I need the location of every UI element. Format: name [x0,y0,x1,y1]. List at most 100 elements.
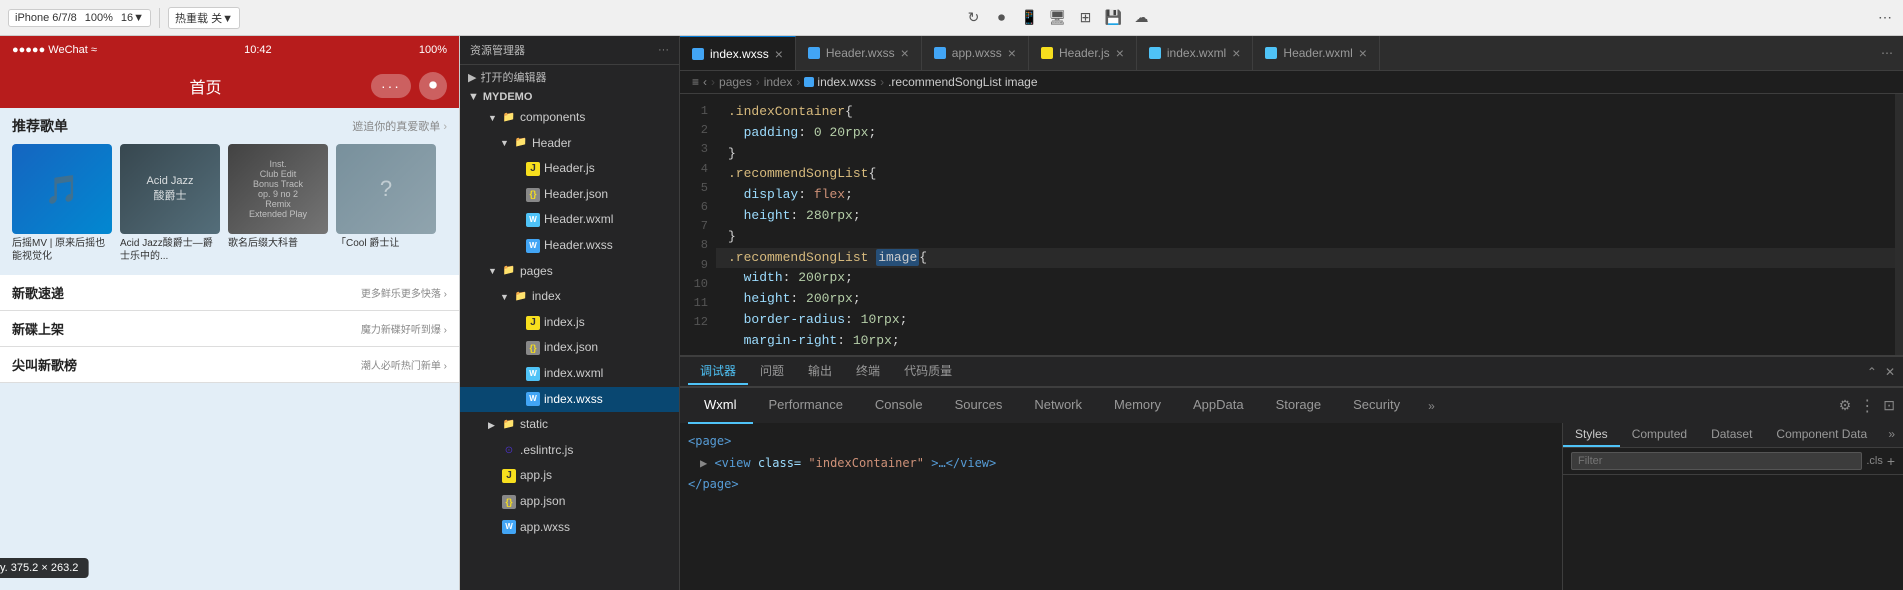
dom-expand-icon[interactable]: ▶ [700,456,714,470]
tab-index-wxml[interactable]: index.wxml × [1137,36,1254,71]
filter-input[interactable] [1571,452,1862,470]
dom-line-view[interactable]: ▶ <view class= "indexContainer" >…</view… [688,453,1554,475]
tree-file-header-js[interactable]: J Header.js [460,156,679,182]
devtools-menu-icon[interactable]: ⋮ [1859,396,1875,416]
tab-memory[interactable]: Memory [1098,388,1177,424]
open-editors-section[interactable]: ▶ 打开的编辑器 [460,65,679,89]
nav-dots[interactable]: ··· [371,74,411,98]
stop-icon[interactable]: ⏺ [992,8,1012,28]
tree-file-header-wxss[interactable]: W Header.wxss [460,233,679,259]
save-icon[interactable]: 💾 [1104,8,1124,28]
wxml-tabs-more[interactable]: » [1420,399,1443,413]
tab-performance[interactable]: Performance [753,388,859,424]
filter-cls-button[interactable]: .cls [1866,455,1883,467]
tab-issues[interactable]: 问题 [748,358,796,385]
tab-component-data[interactable]: Component Data [1764,423,1879,447]
chevron-down-icon: ▼ [500,135,510,151]
tree-file-header-json[interactable]: {} Header.json [460,182,679,208]
breadcrumb-sep: › [880,75,884,89]
tab-debugger[interactable]: 调试器 [688,358,748,385]
page-title: 首页 [189,74,221,98]
hot-reload-btn[interactable]: 热重载 关▼ [168,7,240,29]
tab-wxml[interactable]: Wxml [688,388,753,424]
nav-record[interactable]: ⏺ [419,72,447,100]
list-item[interactable]: 新碟上架 魔力新碟好听到爆 › [0,311,459,347]
tree-folder-pages[interactable]: ▼ 📁 pages [460,259,679,285]
device-selector[interactable]: iPhone 6/7/8 100% 16▼ [8,9,151,27]
tab-code-quality[interactable]: 代码质量 [892,358,964,385]
layout-icon[interactable]: ⊞ [1076,8,1096,28]
minimize-icon[interactable]: ⌃ [1867,365,1877,379]
tree-file-index-wxss[interactable]: W index.wxss [460,387,679,413]
tree-file-header-wxml[interactable]: W Header.wxml [460,207,679,233]
cloud-icon[interactable]: ☁ [1132,8,1152,28]
tab-network[interactable]: Network [1018,388,1098,424]
settings-icon[interactable]: ⚙ [1839,397,1852,414]
list-section: 新歌速递 更多鲜乐更多快落 › 新碟上架 魔力新碟好听到爆 › 尖叫新歌榜 潮人… [0,271,459,387]
devtools-right-icons: ⚙ ⋮ ⊡ [1839,396,1895,416]
tab-header-js[interactable]: Header.js × [1029,36,1137,71]
tab-sources[interactable]: Sources [939,388,1019,424]
tree-file-eslint[interactable]: ⊙ .eslintrc.js [460,438,679,464]
device-icon[interactable]: 📱 [1020,8,1040,28]
tab-app-wxss[interactable]: app.wxss × [922,36,1029,71]
tree-folder-components[interactable]: ▼ 📁 components [460,105,679,131]
tab-close-icon[interactable]: × [775,46,783,62]
tree-file-index-js[interactable]: J index.js [460,310,679,336]
window-icon[interactable]: 🖥 [1048,8,1068,28]
tab-close-icon[interactable]: × [1008,45,1016,61]
wxss-file-icon: W [502,520,516,534]
tab-index-wxss[interactable]: index.wxss × [680,36,796,71]
tab-close-icon[interactable]: × [1232,45,1240,61]
more-icon[interactable]: ⋯ [1875,8,1895,28]
tab-close-icon[interactable]: × [1116,45,1124,61]
tab-computed[interactable]: Computed [1620,423,1699,447]
tree-file-index-wxml[interactable]: W index.wxml [460,361,679,387]
tabs-more-icon[interactable]: ⋯ [1871,46,1903,60]
list-item-title-2: 新碟上架 [12,319,64,338]
tab-storage[interactable]: Storage [1260,388,1338,424]
panel-menu-icon[interactable]: ··· [658,44,669,56]
list-item[interactable]: 新歌速递 更多鲜乐更多快落 › [0,275,459,311]
tree-file-index-json[interactable]: {} index.json [460,335,679,361]
list-item-right-2: 魔力新碟好听到爆 › [361,321,447,336]
tab-close-icon[interactable]: × [1359,45,1367,61]
tab-terminal[interactable]: 终端 [844,358,892,385]
list-item[interactable]: 尖叫新歌榜 潮人必听热门新单 › [0,347,459,383]
tab-close-icon[interactable]: × [901,45,909,61]
song-thumb-1[interactable]: 🎵 [12,144,112,234]
tab-console[interactable]: Console [859,388,939,424]
tree-folder-header[interactable]: ▼ 📁 Header [460,131,679,157]
carrier-label: ●●●●● WeChat ≈ [12,44,97,56]
tree-folder-static[interactable]: ▶ 📁 static [460,412,679,438]
song-thumb-2[interactable]: Acid Jazz酸爵士 [120,144,220,234]
song-thumb-4[interactable]: ? [336,144,436,234]
tree-file-app-wxss[interactable]: W app.wxss [460,515,679,541]
scrollbar[interactable] [1895,94,1903,355]
tab-header-wxml[interactable]: Header.wxml × [1253,36,1380,71]
tab-styles[interactable]: Styles [1563,423,1620,447]
tab-output[interactable]: 输出 [796,358,844,385]
tree-file-app-js[interactable]: J app.js [460,463,679,489]
song-name-1: 后摇MV | 原来后摇也能视觉化 [12,237,112,263]
code-editor[interactable]: 1 2 3 4 5 6 7 8 9 10 11 12 .indexContain… [680,94,1903,355]
tab-security[interactable]: Security [1337,388,1416,424]
device-label: iPhone 6/7/8 [15,12,77,24]
tab-dataset[interactable]: Dataset [1699,423,1764,447]
tab-appdata[interactable]: AppData [1177,388,1260,424]
tree-folder-index[interactable]: ▼ 📁 index [460,284,679,310]
filter-add-button[interactable]: + [1887,453,1895,469]
breadcrumb-nav-back[interactable]: ‹ [703,75,707,89]
devtools-expand-icon[interactable]: ⊡ [1883,397,1895,414]
close-devtools-icon[interactable]: ✕ [1885,365,1895,379]
top-toolbar: iPhone 6/7/8 100% 16▼ 热重载 关▼ ↻ ⏺ 📱 🖥 ⊞ 💾… [0,0,1903,36]
app-container: iPhone 6/7/8 100% 16▼ 热重载 关▼ ↻ ⏺ 📱 🖥 ⊞ 💾… [0,0,1903,590]
tree-root[interactable]: ▼ MYDEMO [460,89,679,105]
breadcrumb-nav-forward[interactable]: › [711,75,715,89]
tree-file-app-json[interactable]: {} app.json [460,489,679,515]
eslint-file-icon: ⊙ [502,444,516,458]
tab-header-wxss[interactable]: Header.wxss × [796,36,922,71]
refresh-icon[interactable]: ↻ [964,8,984,28]
styles-tabs-more[interactable]: » [1880,423,1903,447]
song-thumb-3[interactable]: Inst.Club EditBonus Trackop. 9 no 2Remix… [228,144,328,234]
